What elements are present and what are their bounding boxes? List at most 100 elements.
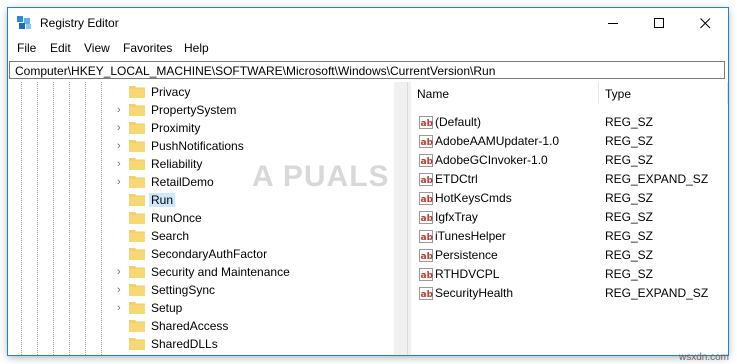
svg-text:ab: ab	[421, 157, 434, 167]
tree-item[interactable]: › PushNotifications	[9, 137, 394, 155]
tree-item[interactable]: › PropertySystem	[9, 101, 394, 119]
tree-item-label: Security and Maintenance	[151, 265, 290, 279]
chevron-right-icon[interactable]: ›	[117, 141, 127, 152]
site-credit: wsxdn.com	[678, 352, 729, 363]
svg-text:ab: ab	[421, 138, 434, 148]
svg-text:ab: ab	[421, 119, 434, 129]
chevron-right-icon[interactable]: ›	[117, 285, 127, 296]
folder-icon	[129, 302, 145, 314]
column-header-name-label: Name	[417, 87, 450, 101]
value-type: REG_SZ	[605, 115, 654, 129]
value-row[interactable]: ab AdobeGCInvoker-1.0 REG_SZ	[411, 151, 728, 170]
registry-editor-icon	[17, 16, 31, 29]
value-type: REG_SZ	[605, 134, 654, 148]
watermark: A PUALS	[252, 160, 390, 193]
menu-file[interactable]: File	[17, 41, 36, 55]
value-name: (Default)	[435, 115, 482, 129]
string-value-icon: ab	[419, 116, 433, 129]
string-value-icon: ab	[419, 173, 433, 186]
tree-item[interactable]: › Security and Maintenance	[9, 263, 394, 281]
value-type: REG_SZ	[605, 210, 654, 224]
string-value-icon: ab	[419, 230, 433, 243]
tree-item-label: SharedDLLs	[151, 337, 218, 351]
column-header-type[interactable]: Type	[599, 82, 728, 104]
string-value-icon: ab	[419, 135, 433, 148]
values-list-pane[interactable]: Name Type ab (Default) REG_SZ ab AdobeAAMUpd…	[411, 82, 728, 355]
svg-text:ab: ab	[421, 214, 434, 224]
tree-item[interactable]: RunOnce	[9, 209, 394, 227]
string-value-icon: ab	[419, 287, 433, 300]
value-row[interactable]: ab HotKeysCmds REG_SZ	[411, 189, 728, 208]
folder-icon	[129, 248, 145, 260]
window-title: Registry Editor	[40, 16, 119, 30]
value-name: ETDCtrl	[435, 172, 478, 186]
tree-item[interactable]: Privacy	[9, 83, 394, 101]
string-value-icon: ab	[419, 192, 433, 205]
key-tree-pane[interactable]: Privacy › PropertySystem › Proximity › PushNot…	[9, 82, 407, 355]
value-row[interactable]: ab ETDCtrl REG_EXPAND_SZ	[411, 170, 728, 189]
tree-item[interactable]: SecondaryAuthFactor	[9, 245, 394, 263]
tree-item-label: PropertySystem	[151, 103, 237, 117]
chevron-right-icon[interactable]: ›	[117, 159, 127, 170]
value-name: Persistence	[435, 248, 498, 262]
minimize-button[interactable]	[590, 8, 636, 38]
value-type: REG_EXPAND_SZ	[605, 172, 709, 186]
value-row[interactable]: ab RTHDVCPL REG_SZ	[411, 265, 728, 284]
menu-view[interactable]: View	[84, 41, 110, 55]
tree-item-label: Run	[149, 193, 176, 207]
close-button[interactable]	[682, 8, 728, 38]
folder-icon	[129, 212, 145, 224]
tree-item[interactable]: SharedAccess	[9, 317, 394, 335]
value-name: IgfxTray	[435, 210, 478, 224]
value-type: REG_SZ	[605, 153, 654, 167]
value-row[interactable]: ab iTunesHelper REG_SZ	[411, 227, 728, 246]
tree-item-label: SecondaryAuthFactor	[151, 247, 268, 261]
menu-edit[interactable]: Edit	[50, 41, 71, 55]
address-path: Computer\HKEY_LOCAL_MACHINE\SOFTWARE\Mic…	[15, 64, 496, 78]
address-bar[interactable]: Computer\HKEY_LOCAL_MACHINE\SOFTWARE\Mic…	[9, 61, 725, 79]
tree-scrollbar[interactable]	[394, 82, 407, 355]
tree-item[interactable]: › Setup	[9, 299, 394, 317]
tree-item[interactable]: › Proximity	[9, 119, 394, 137]
svg-text:ab: ab	[421, 271, 434, 281]
value-type: REG_SZ	[605, 267, 654, 281]
folder-icon	[129, 320, 145, 332]
folder-icon	[129, 284, 145, 296]
menu-bar: File Edit View Favorites Help	[8, 38, 728, 58]
svg-text:ab: ab	[421, 233, 434, 243]
value-name: iTunesHelper	[435, 229, 506, 243]
tree-item-label: RunOnce	[151, 211, 202, 225]
chevron-right-icon[interactable]: ›	[117, 303, 127, 314]
value-row[interactable]: ab Persistence REG_SZ	[411, 246, 728, 265]
tree-item-label: Search	[151, 229, 190, 243]
chevron-right-icon[interactable]: ›	[117, 123, 127, 134]
menu-favorites[interactable]: Favorites	[123, 41, 172, 55]
value-row[interactable]: ab SecurityHealth REG_EXPAND_SZ	[411, 284, 728, 303]
title-bar[interactable]: Registry Editor	[8, 8, 728, 38]
value-row[interactable]: ab (Default) REG_SZ	[411, 113, 728, 132]
maximize-button[interactable]	[636, 8, 682, 38]
column-header-name[interactable]: Name	[411, 82, 599, 104]
chevron-right-icon[interactable]: ›	[117, 105, 127, 116]
folder-icon	[129, 176, 145, 188]
value-type: REG_SZ	[605, 191, 654, 205]
tree-item[interactable]: › SettingSync	[9, 281, 394, 299]
folder-icon	[129, 140, 145, 152]
tree-item-label: RetailDemo	[151, 175, 214, 189]
value-row[interactable]: ab AdobeAAMUpdater-1.0 REG_SZ	[411, 132, 728, 151]
value-name: AdobeAAMUpdater-1.0	[435, 134, 560, 148]
folder-icon	[129, 194, 145, 206]
close-icon	[699, 17, 710, 28]
tree-item-label: SettingSync	[151, 283, 216, 297]
chevron-right-icon[interactable]: ›	[117, 177, 127, 188]
chevron-right-icon[interactable]: ›	[117, 267, 127, 278]
tree-item[interactable]: Search	[9, 227, 394, 245]
menu-help[interactable]: Help	[184, 41, 209, 55]
value-type: REG_SZ	[605, 229, 654, 243]
svg-text:ab: ab	[421, 252, 434, 262]
tree-item-label: Reliability	[151, 157, 203, 171]
tree-item[interactable]: SharedDLLs	[9, 335, 394, 353]
value-row[interactable]: ab IgfxTray REG_SZ	[411, 208, 728, 227]
tree-item-label: Proximity	[151, 121, 201, 135]
minimize-icon	[607, 22, 618, 24]
